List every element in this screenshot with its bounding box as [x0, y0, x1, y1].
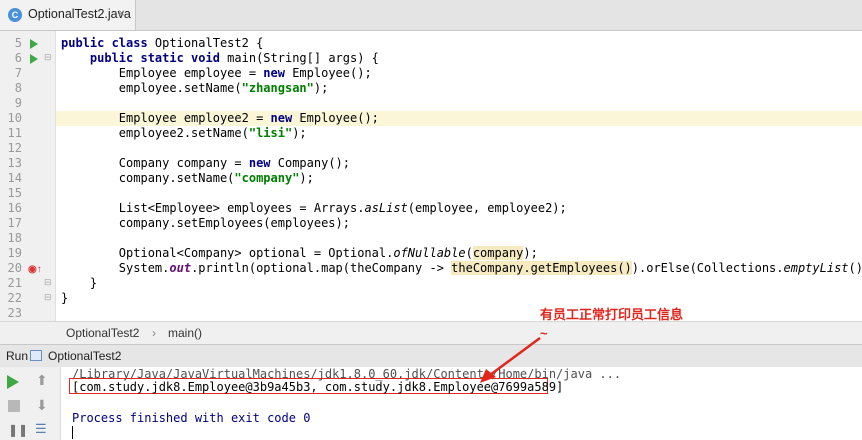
line-number: 20	[7, 261, 22, 275]
code-line: }	[61, 276, 98, 290]
line-number: 13	[7, 156, 22, 170]
close-icon[interactable]: ×	[118, 6, 125, 20]
line-number: 16	[7, 201, 22, 215]
code-line: company.setEmployees(employees);	[61, 216, 350, 230]
line-number: 23	[7, 306, 22, 320]
code-line: List<Employee> employees = Arrays.asList…	[61, 201, 567, 215]
code-line: Company company = new Company();	[61, 156, 351, 170]
run-panel-label[interactable]: Run	[6, 349, 28, 363]
run-config-name[interactable]: OptionalTest2	[48, 349, 121, 363]
arrow-down-icon[interactable]: ⬇	[36, 397, 52, 413]
run-config-icon	[30, 350, 42, 361]
code-line: Employee employee2 = new Employee();	[61, 111, 379, 125]
soft-wrap-icon[interactable]: ☰	[35, 421, 51, 437]
line-number: 6	[14, 51, 22, 65]
code-editor[interactable]: 5 6 7 8 9 10 11 12 13 14 15 16 17 18 19 …	[0, 31, 862, 321]
line-number: 17	[7, 216, 22, 230]
rerun-icon[interactable]	[7, 375, 19, 389]
run-tool-window-header: Run OptionalTest2	[0, 344, 862, 368]
console-cursor	[72, 426, 73, 439]
editor-gutter: 5 6 7 8 9 10 11 12 13 14 15 16 17 18 19 …	[0, 31, 56, 321]
stop-icon[interactable]	[8, 400, 20, 412]
code-line: public class OptionalTest2 {	[61, 36, 264, 50]
java-class-icon: C	[8, 8, 22, 22]
code-line: public static void main(String[] args) {	[89, 51, 379, 65]
line-number: 18	[7, 231, 22, 245]
fold-icon[interactable]: ⊟	[44, 277, 52, 288]
breadcrumb-class[interactable]: OptionalTest2	[66, 326, 139, 340]
code-line: Optional<Company> optional = Optional.of…	[61, 246, 538, 260]
console-exit-line: Process finished with exit code 0	[72, 411, 311, 425]
line-number: 7	[14, 66, 22, 80]
annotation-text: 有员工正常打印员工信息~	[540, 307, 684, 341]
line-number: 15	[7, 186, 22, 200]
run-class-icon[interactable]	[30, 39, 38, 49]
line-number: 5	[14, 36, 22, 50]
line-number: 14	[7, 171, 22, 185]
breakpoint-icon[interactable]: ◉↑	[28, 264, 42, 275]
line-number: 11	[7, 126, 22, 140]
line-number: 19	[7, 246, 22, 260]
code-line: company.setName("company");	[61, 171, 314, 185]
pause-icon[interactable]: ❚❚	[8, 423, 28, 439]
code-line: Employee employee = new Employee();	[61, 66, 372, 80]
tab-optionaltest2[interactable]: C OptionalTest2.java ×	[0, 0, 136, 30]
line-number: 21	[7, 276, 22, 290]
code-line: employee2.setName("lisi");	[61, 126, 307, 140]
console-toolbar: ⬆ ⬇ ❚❚ ☰	[0, 367, 61, 440]
line-number: 8	[14, 81, 22, 95]
breadcrumb-method[interactable]: main()	[168, 326, 202, 340]
run-console[interactable]: ⬆ ⬇ ❚❚ ☰ /Library/Java/JavaVirtualMachin…	[0, 367, 862, 440]
editor-tab-bar: C OptionalTest2.java ×	[0, 0, 862, 31]
run-main-icon[interactable]	[30, 54, 38, 64]
line-number: 10	[7, 111, 22, 125]
code-line: System.out.println(optional.map(theCompa…	[61, 261, 862, 275]
code-line: employee.setName("zhangsan");	[61, 81, 329, 95]
console-output-line: [com.study.jdk8.Employee@3b9a45b3, com.s…	[72, 380, 564, 394]
fold-icon[interactable]: ⊟	[44, 292, 52, 303]
code-line: }	[61, 291, 69, 305]
breadcrumb: OptionalTest2 › main()	[0, 321, 862, 344]
fold-icon[interactable]: ⊟	[44, 52, 52, 63]
line-number: 22	[7, 291, 22, 305]
line-number: 12	[7, 141, 22, 155]
line-number: 9	[14, 96, 22, 110]
tab-label: OptionalTest2.java	[28, 7, 131, 21]
arrow-up-icon[interactable]: ⬆	[36, 372, 52, 388]
breadcrumb-separator: ›	[152, 326, 156, 340]
